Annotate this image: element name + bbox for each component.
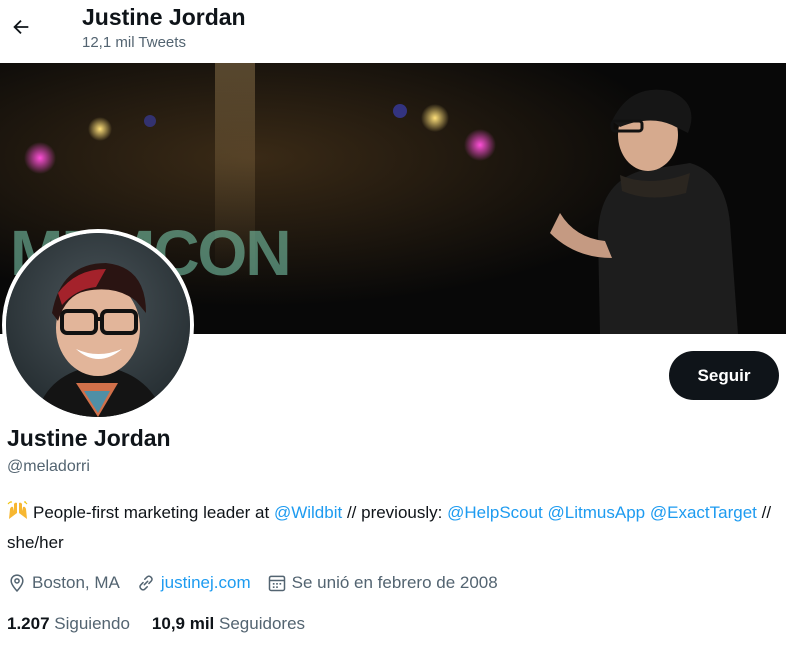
location-pin-icon xyxy=(10,574,24,592)
website-link[interactable]: justinej.com xyxy=(161,573,251,593)
profile-bio: People-first marketing leader at @Wildbi… xyxy=(7,499,785,556)
avatar-photo xyxy=(6,233,190,417)
mention-exacttarget[interactable]: @ExactTarget xyxy=(650,503,757,522)
followers-label: Seguidores xyxy=(219,614,306,633)
mention-wildbit[interactable]: @Wildbit xyxy=(274,503,342,522)
calendar-icon xyxy=(268,575,285,592)
profile-avatar[interactable] xyxy=(2,229,194,421)
arrow-left-icon xyxy=(13,19,29,35)
back-button[interactable] xyxy=(4,10,38,44)
tweet-count: 12,1 mil Tweets xyxy=(82,34,186,51)
profile-name: Justine Jordan xyxy=(7,425,171,451)
mention-helpscout[interactable]: @HelpScout xyxy=(447,503,543,522)
following-label: Siguiendo xyxy=(54,614,130,633)
link-icon xyxy=(139,575,153,591)
profile-stats: 1.207 Siguiendo 10,9 mil Seguidores xyxy=(7,614,327,634)
topbar-title: Justine Jordan xyxy=(82,4,246,30)
bio-text: People-first marketing leader at xyxy=(33,503,274,522)
follow-button[interactable]: Seguir xyxy=(669,351,779,400)
raising-hands-icon xyxy=(7,501,29,529)
followers-count: 10,9 mil xyxy=(151,614,215,633)
joined-text: Se unió en febrero de 2008 xyxy=(291,573,498,592)
following-count: 1.207 xyxy=(7,614,50,633)
location-text: Boston, MA xyxy=(32,573,120,592)
website-item: justinej.com xyxy=(136,573,251,593)
profile-handle: @meladorri xyxy=(7,458,90,475)
location-item: Boston, MA xyxy=(7,573,120,593)
followers-link[interactable]: 10,9 mil Seguidores xyxy=(152,614,305,634)
profile-topbar: Justine Jordan 12,1 mil Tweets xyxy=(0,0,786,63)
following-link[interactable]: 1.207 Siguiendo xyxy=(7,614,130,634)
mention-litmusapp[interactable]: @LitmusApp xyxy=(548,503,646,522)
joined-item: Se unió en febrero de 2008 xyxy=(267,573,498,593)
bio-text: // previously: xyxy=(342,503,448,522)
profile-meta: Boston, MA justinej.com Se unió en febre… xyxy=(7,570,514,596)
